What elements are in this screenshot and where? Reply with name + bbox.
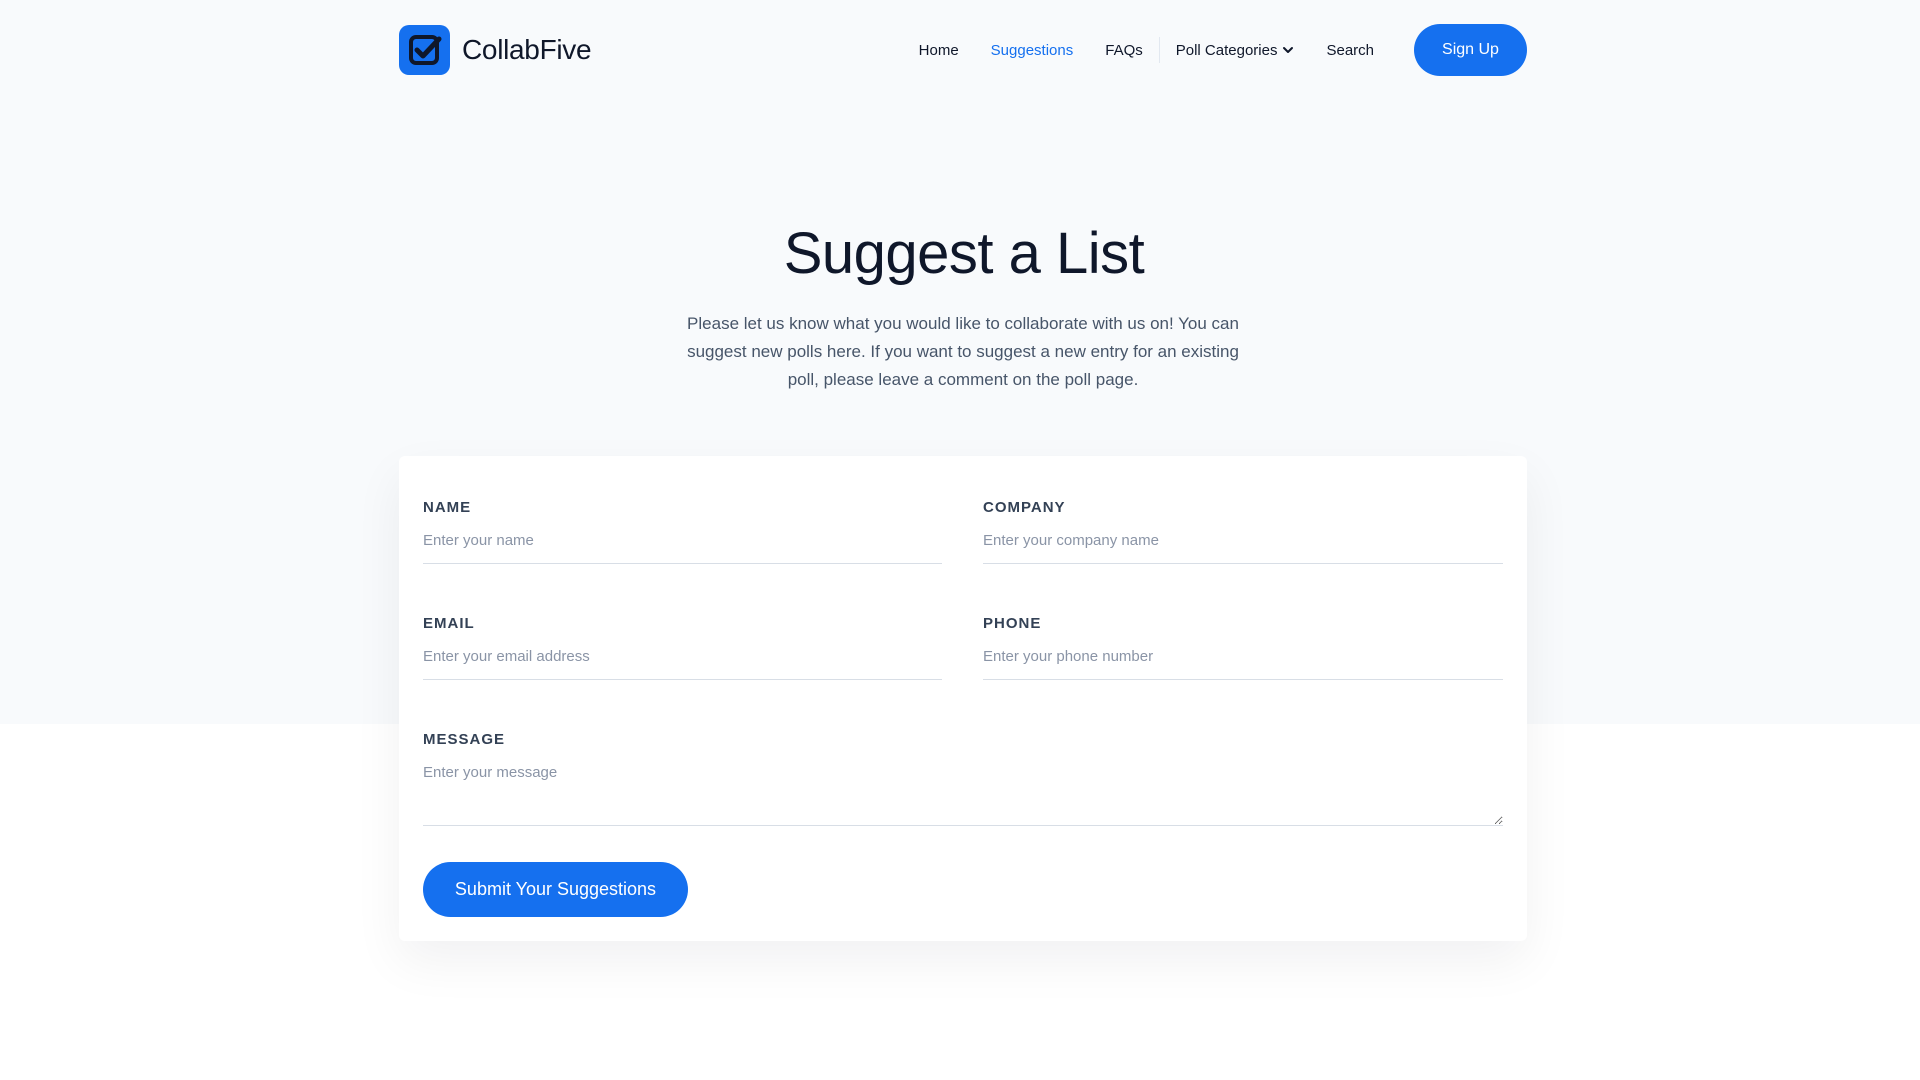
submit-suggestions-button[interactable]: Submit Your Suggestions [423, 862, 688, 917]
suggestion-form: NAME COMPANY EMAIL PHONE MESSAGE Submit … [399, 456, 1527, 941]
nav-divider [1158, 37, 1160, 63]
name-input[interactable] [423, 532, 942, 564]
nav-item-home[interactable]: Home [919, 42, 959, 59]
nav-item-poll-categories[interactable]: Poll Categories [1176, 42, 1295, 59]
email-label: EMAIL [423, 615, 475, 632]
email-input[interactable] [423, 648, 942, 680]
nav-item-poll-categories-label: Poll Categories [1175, 41, 1278, 59]
message-field-group: MESSAGE [423, 731, 1503, 826]
brand-logo-link[interactable]: CollabFive [399, 25, 592, 75]
chevron-down-icon [1283, 47, 1294, 53]
company-input[interactable] [983, 532, 1503, 564]
message-textarea[interactable] [423, 764, 1503, 826]
page-description: Please let us know what you would like t… [687, 314, 1239, 389]
company-label: COMPANY [983, 499, 1066, 516]
checkbox-check-icon [399, 25, 450, 75]
phone-label: PHONE [983, 615, 1042, 632]
phone-field-group: PHONE [983, 615, 1503, 680]
signup-button[interactable]: Sign Up [1414, 24, 1527, 76]
email-field-group: EMAIL [423, 615, 942, 680]
company-field-group: COMPANY [983, 499, 1503, 564]
name-field-group: NAME [423, 499, 942, 564]
phone-input[interactable] [983, 648, 1503, 680]
nav-item-faqs[interactable]: FAQs [1105, 42, 1143, 59]
page-title: Suggest a List [783, 221, 1145, 286]
nav-item-suggestions[interactable]: Suggestions [991, 42, 1074, 59]
main-nav: Home Suggestions FAQs Poll Categories Se… [919, 24, 1527, 76]
name-label: NAME [423, 499, 472, 516]
site-header: CollabFive Home Suggestions FAQs Poll Ca… [399, 24, 1527, 76]
message-label: MESSAGE [423, 731, 506, 748]
brand-name: CollabFive [462, 34, 592, 65]
nav-item-search[interactable]: Search [1326, 42, 1374, 59]
